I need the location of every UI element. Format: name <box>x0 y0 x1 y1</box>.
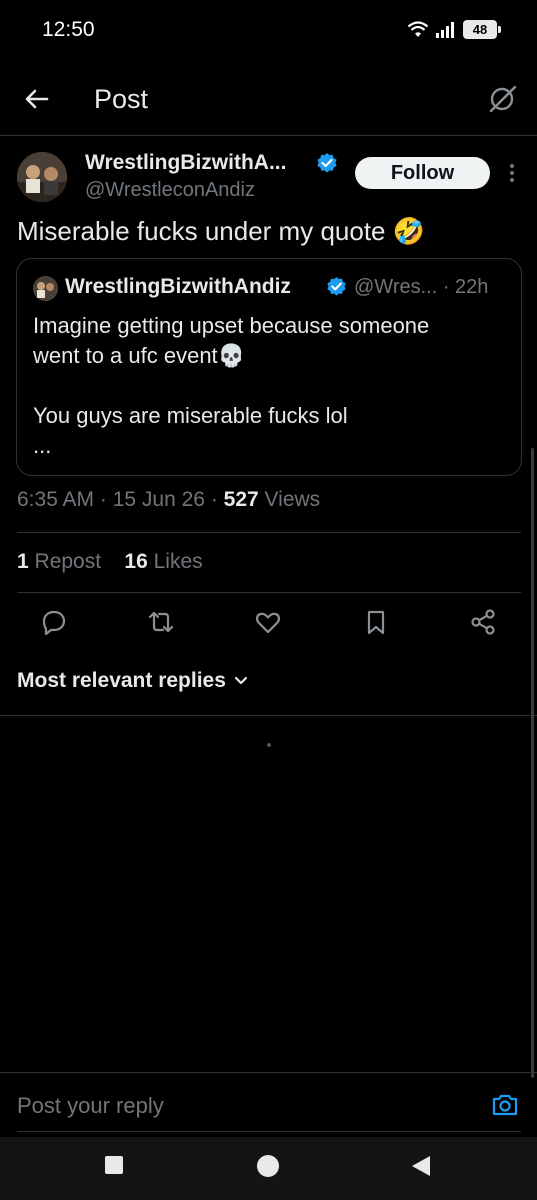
status-bar: 12:50 48 <box>0 0 537 62</box>
page-title: Post <box>94 84 149 114</box>
post-header: Post <box>0 62 537 136</box>
quoted-post[interactable]: WrestlingBizwithAndiz @Wres... · 22h Ima… <box>16 258 522 476</box>
views-count: 527 <box>223 488 259 511</box>
chevron-down-icon <box>234 676 248 685</box>
divider <box>17 532 521 533</box>
verified-icon <box>327 276 346 296</box>
share-icon[interactable] <box>468 607 498 637</box>
post-timestamp: 6:35 AM · 15 Jun 26 · 527 Views <box>17 488 321 511</box>
divider <box>17 592 521 593</box>
avatar-photo <box>17 152 67 202</box>
repost-label: Repost <box>34 550 102 573</box>
wifi-icon <box>407 20 429 37</box>
likes-stat[interactable]: 16 Likes <box>124 550 202 573</box>
reply-input[interactable] <box>17 1093 417 1119</box>
post-time: 6:35 AM <box>17 488 95 511</box>
views-label: Views <box>264 488 321 511</box>
post-author: WrestlingBizwithA... @WrestleconAndiz Fo… <box>0 148 537 208</box>
likes-label: Likes <box>153 550 203 573</box>
more-icon[interactable] <box>509 163 515 183</box>
back-arrow-icon[interactable] <box>22 84 52 114</box>
home-icon[interactable] <box>256 1154 280 1178</box>
post-text: Miserable fucks under my quote 🤣 <box>17 216 426 246</box>
replies-sort-label: Most relevant replies <box>17 669 226 692</box>
follow-button[interactable]: Follow <box>355 157 490 189</box>
loading-indicator <box>267 743 271 747</box>
author-display-name[interactable]: WrestlingBizwithA... <box>85 151 286 175</box>
action-bar <box>0 605 537 641</box>
signal-icon <box>436 21 454 38</box>
reply-icon[interactable] <box>39 607 69 637</box>
repost-icon[interactable] <box>146 607 176 637</box>
quote-display-name: WrestlingBizwithAndiz <box>65 275 291 298</box>
verified-icon <box>317 153 337 173</box>
engagement-stats: 1 Repost 16 Likes <box>17 550 203 574</box>
replies-sort-dropdown[interactable]: Most relevant replies <box>17 669 248 693</box>
divider <box>0 715 537 716</box>
likes-count: 16 <box>124 550 148 573</box>
bookmark-icon[interactable] <box>361 607 391 637</box>
quote-text: Imagine getting upset because someone we… <box>33 313 430 458</box>
repost-stat[interactable]: 1 Repost <box>17 550 101 573</box>
reply-composer <box>0 1072 537 1142</box>
reply-underline <box>17 1131 521 1132</box>
quote-meta: @Wres... · 22h <box>354 276 489 298</box>
avatar[interactable] <box>17 152 67 202</box>
camera-icon[interactable] <box>491 1091 519 1119</box>
quote-avatar <box>33 276 58 301</box>
recents-icon[interactable] <box>103 1154 125 1176</box>
grok-icon[interactable] <box>487 82 519 114</box>
author-handle[interactable]: @WrestleconAndiz <box>85 179 255 202</box>
status-time: 12:50 <box>42 18 95 41</box>
repost-count: 1 <box>17 550 29 573</box>
scrollbar[interactable] <box>531 448 534 1078</box>
like-icon[interactable] <box>253 607 283 637</box>
post-date: 15 Jun 26 <box>112 488 205 511</box>
system-navigation-bar <box>0 1137 537 1200</box>
back-icon[interactable] <box>410 1154 432 1178</box>
battery-indicator: 48 <box>463 20 501 39</box>
